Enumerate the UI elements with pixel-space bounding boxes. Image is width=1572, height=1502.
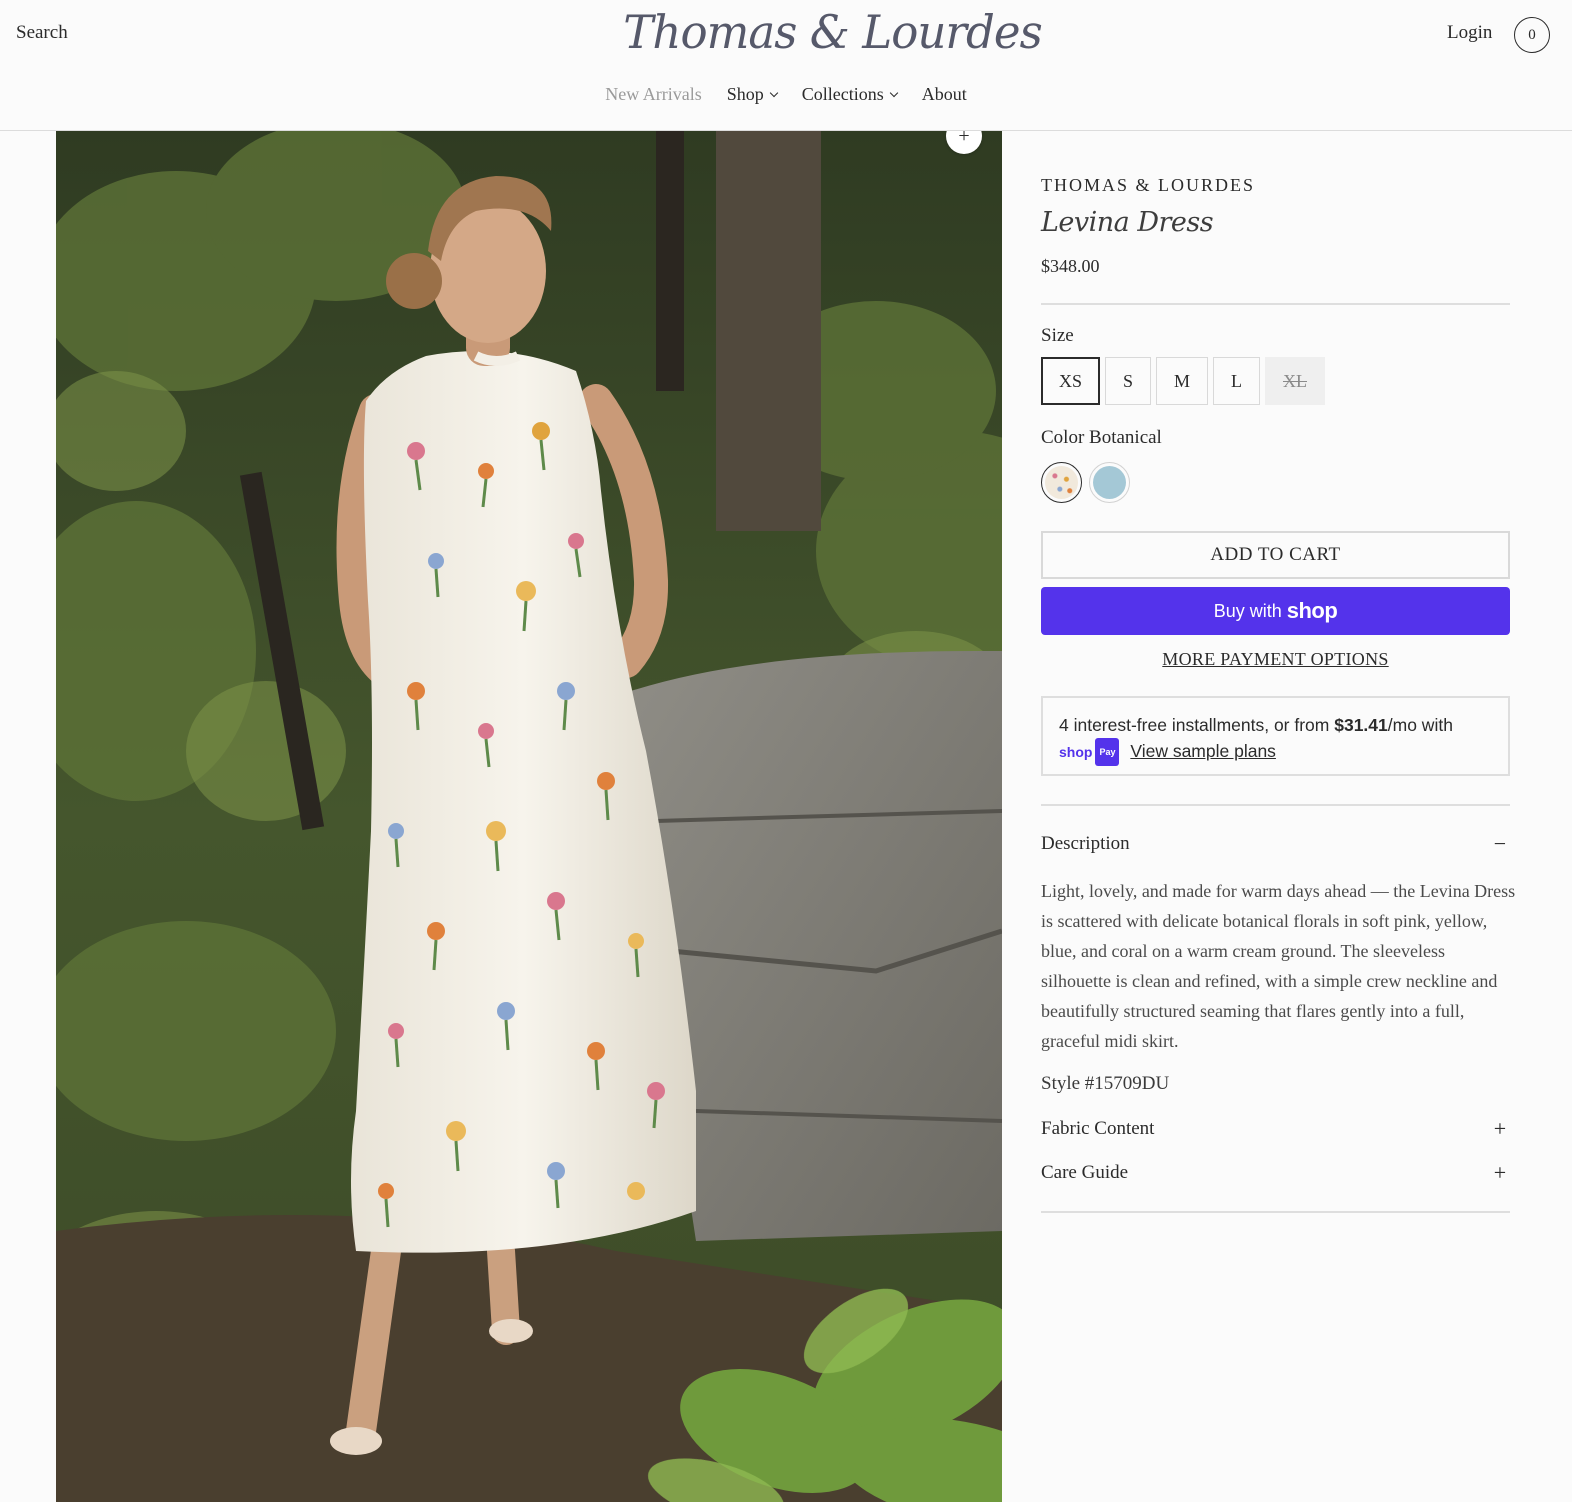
- installments-line-2: shop Pay View sample plans: [1059, 738, 1492, 767]
- cart-button[interactable]: 0: [1514, 17, 1550, 53]
- botanical-pattern-icon: [1045, 466, 1078, 499]
- cart-count: 0: [1528, 26, 1536, 43]
- fabric-content-accordion[interactable]: Fabric Content +: [1041, 1116, 1510, 1142]
- chevron-down-icon: [889, 88, 898, 97]
- logo-text: Thomas & Lourdes: [623, 5, 1042, 59]
- blue-color-icon: [1093, 466, 1126, 499]
- size-option-s[interactable]: S: [1105, 357, 1151, 405]
- nav-shop[interactable]: Shop: [726, 84, 778, 105]
- shop-pay-logo: shop Pay: [1059, 738, 1120, 767]
- care-guide-label: Care Guide: [1041, 1162, 1129, 1183]
- divider: [1041, 303, 1510, 305]
- shop-pay-badge: Pay: [1095, 738, 1120, 767]
- nav-label: Shop: [726, 84, 764, 104]
- product-photo: [56, 131, 1002, 1502]
- divider: [1041, 804, 1510, 806]
- buy-with-shop-button[interactable]: Buy with shop: [1041, 587, 1510, 635]
- size-option-xs[interactable]: XS: [1041, 357, 1100, 405]
- shop-logo: shop: [1286, 598, 1338, 623]
- installments-text-after: /mo with: [1387, 715, 1453, 735]
- fabric-content-label: Fabric Content: [1041, 1118, 1155, 1139]
- size-option-xl[interactable]: XL: [1265, 357, 1325, 405]
- color-selector: [1041, 462, 1130, 503]
- care-guide-accordion[interactable]: Care Guide +: [1041, 1160, 1510, 1186]
- size-label: Size: [1041, 325, 1074, 346]
- product-image[interactable]: +: [56, 131, 1002, 1502]
- size-selector: XS S M L XL: [1041, 357, 1325, 405]
- size-option-l[interactable]: L: [1213, 357, 1260, 405]
- plus-icon: +: [1493, 1116, 1507, 1141]
- product-price: $348.00: [1041, 256, 1100, 276]
- shop-pay-logo-text: shop: [1059, 744, 1093, 761]
- nav-about[interactable]: About: [922, 84, 967, 105]
- style-number: Style #15709DU: [1041, 1073, 1170, 1094]
- color-swatch-blue[interactable]: [1089, 462, 1130, 503]
- product-brand: THOMAS & LOURDES: [1041, 175, 1256, 195]
- search-link[interactable]: Search: [16, 22, 68, 44]
- product-title: Levina Dress: [1041, 207, 1214, 238]
- size-option-m[interactable]: M: [1156, 357, 1208, 405]
- nav-label: Collections: [801, 84, 884, 104]
- chevron-down-icon: [769, 88, 778, 97]
- nav-new-arrivals[interactable]: New Arrivals: [605, 84, 701, 105]
- site-header: Search Thomas & Lourdes Login 0 New Arri…: [0, 0, 1572, 131]
- nav-label: New Arrivals: [605, 84, 702, 104]
- divider: [1041, 1211, 1510, 1213]
- installments-amount: $31.41: [1334, 715, 1388, 735]
- nav-collections[interactable]: Collections: [801, 84, 898, 105]
- color-label: Color: [1041, 427, 1085, 448]
- installments-text: 4 interest-free installments, or from: [1059, 715, 1335, 735]
- color-label-row: Color Botanical: [1041, 427, 1162, 449]
- color-swatch-botanical[interactable]: [1041, 462, 1082, 503]
- color-value: Botanical: [1089, 427, 1162, 448]
- more-payment-options-link[interactable]: MORE PAYMENT OPTIONS: [1041, 649, 1510, 670]
- installments-line: 4 interest-free installments, or from $3…: [1059, 712, 1492, 738]
- plus-icon: +: [958, 131, 970, 147]
- logo[interactable]: Thomas & Lourdes: [620, 0, 1042, 66]
- minus-icon: −: [1493, 831, 1507, 856]
- view-sample-plans-link[interactable]: View sample plans: [1130, 741, 1276, 761]
- buy-with-label: Buy with: [1213, 600, 1282, 621]
- nav-label: About: [921, 84, 967, 104]
- description-accordion-header[interactable]: Description −: [1041, 831, 1510, 857]
- plus-icon: +: [1493, 1160, 1507, 1185]
- description-heading: Description: [1041, 833, 1130, 854]
- main-nav: New Arrivals Shop Collections About: [0, 84, 1572, 105]
- add-to-cart-button[interactable]: ADD TO CART: [1041, 531, 1510, 579]
- description-body: Light, lovely, and made for warm days ah…: [1041, 881, 1516, 1051]
- login-link[interactable]: Login: [1447, 22, 1492, 44]
- installments-banner: 4 interest-free installments, or from $3…: [1041, 696, 1510, 776]
